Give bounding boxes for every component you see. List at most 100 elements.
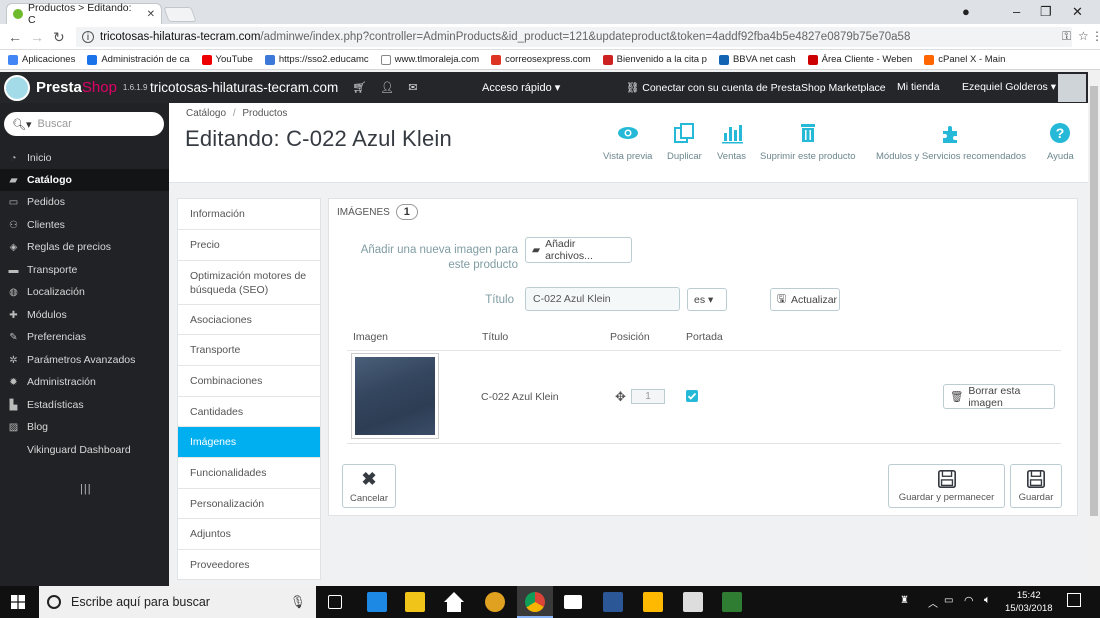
search-input[interactable]: 🔍︎▾ Buscar [4,112,164,136]
drag-move-icon[interactable]: ✥ [615,389,626,405]
sidebar-item-blog[interactable]: ▨ Blog [0,416,169,438]
back-arrow-icon[interactable]: ← [8,29,22,45]
browser-tab[interactable]: Productos > Editando: C ✕ [6,2,162,26]
breadcrumb-catalogo[interactable]: Catálogo [186,108,226,119]
bookmark-item[interactable]: cPanel X - Main [924,54,1005,65]
sidebar-item-transporte[interactable]: ▬ Transporte [0,259,169,281]
bookmark-item[interactable]: Bienvenido a la cita p [602,54,707,65]
battery-icon[interactable]: ▭ [944,595,953,606]
tab-adjuntos[interactable]: Adjuntos [178,519,320,550]
page-scrollbar[interactable] [1088,72,1100,586]
bookmark-item[interactable]: www.tlmoraleja.com [380,54,479,65]
sidebar-item-vikinguard[interactable]: Vikinguard Dashboard [0,439,169,461]
tab-combinaciones[interactable]: Combinaciones [178,366,320,397]
prestashop-logo[interactable]: PrestaShop 1.6.1.9 [0,74,148,101]
windows-start-icon[interactable] [11,595,25,609]
breadcrumb-productos[interactable]: Productos [242,108,287,119]
sidebar-item-preferencias[interactable]: ✎ Preferencias [0,326,169,348]
key-icon[interactable]: ⚿ [1062,29,1071,44]
new-tab-button[interactable] [163,7,197,22]
sidebar-item-administracion[interactable]: ✹ Administración [0,371,169,393]
tab-transporte[interactable]: Transporte [178,335,320,366]
calculator-icon[interactable] [683,592,703,612]
mail-icon[interactable] [564,595,582,609]
taskbar-search-input[interactable]: Escribe aquí para buscar 🎙︎ [39,586,316,618]
bookmark-item[interactable]: Área Cliente - Weben [807,54,912,65]
wifi-icon[interactable]: ◠ [964,594,974,607]
marketplace-link[interactable]: ⛓ Conectar con su cuenta de PrestaShop M… [626,81,886,94]
people-icon[interactable]: ♜ [900,595,909,606]
bookmark-apps[interactable]: Aplicaciones [8,54,75,65]
image-title-input[interactable]: C-022 Azul Klein [525,287,680,311]
sidebar-item-reglas-precios[interactable]: ◈ Reglas de precios [0,236,169,258]
sidebar-item-modulos[interactable]: ✚ Módulos [0,304,169,326]
sidebar-item-parametros[interactable]: ✲ Parámetros Avanzados [0,349,169,371]
update-button[interactable]: 🖫︎ Actualizar [770,288,840,311]
quick-access-menu[interactable]: Acceso rápido ▾ [482,81,560,94]
sidebar-collapse-icon[interactable]: ||| [80,483,92,495]
tab-cantidades[interactable]: Cantidades [178,397,320,427]
sidebar-item-inicio[interactable]: ◔ Inicio [0,147,169,169]
reload-icon[interactable]: ↻ [53,29,65,46]
recommended-modules-button[interactable]: Módulos y Servicios recomendados [876,121,1026,162]
word-icon[interactable] [603,592,623,612]
save-and-stay-button[interactable]: Guardar y permanecer [888,464,1005,508]
bookmark-item[interactable]: BBVA net cash [718,54,796,65]
bookmark-item[interactable]: Administración de ca [87,54,190,65]
bookmark-youtube[interactable]: YouTube [201,54,253,65]
notifications-icon[interactable] [1067,593,1081,607]
excel-icon[interactable] [722,592,742,612]
language-select[interactable]: es ▾ [687,288,727,311]
save-button[interactable]: Guardar [1010,464,1062,508]
maximize-icon[interactable]: ❐ [1040,4,1052,20]
position-input[interactable]: 1 [631,389,665,404]
menu-dots-icon[interactable]: ⋮ [1091,29,1100,43]
file-explorer-icon[interactable] [405,592,425,612]
tab-precio[interactable]: Precio [178,230,320,261]
tab-personalizacion[interactable]: Personalización [178,489,320,519]
preview-button[interactable]: Vista previa [603,121,652,162]
tab-imagenes[interactable]: Imágenes [178,427,320,458]
delete-product-button[interactable]: Suprimir este producto [760,121,856,162]
bookmark-item[interactable]: https://sso2.educamc [264,54,369,65]
home-icon[interactable] [444,592,464,612]
url-input[interactable]: i tricotosas-hilaturas-tecram.com/adminw… [76,27,1072,47]
avatar[interactable] [1058,74,1086,102]
tab-funcionalidades[interactable]: Funcionalidades [178,458,320,489]
volume-icon[interactable]: 🔈︎ [984,594,991,607]
app-icon[interactable] [485,592,505,612]
close-icon[interactable]: ✕ [147,9,155,20]
user-menu[interactable]: Ezequiel Golderos ▾ [962,81,1056,93]
sales-button[interactable]: Ventas [717,121,746,162]
sidebar-item-catalogo[interactable]: ▰ Catálogo [0,169,169,191]
minimize-icon[interactable]: – [1013,4,1020,19]
tray-chevron-icon[interactable]: ︿ [928,595,938,610]
sidebar-item-pedidos[interactable]: ▭ Pedidos [0,191,169,213]
cover-checkbox[interactable] [686,390,698,402]
shop-name[interactable]: tricotosas-hilaturas-tecram.com [150,80,338,95]
system-clock[interactable]: 15:42 15/03/2018 [1005,589,1053,615]
add-files-button[interactable]: ▰ Añadir archivos... [525,237,632,263]
bookmark-item[interactable]: correosexpress.com [491,54,591,65]
delete-image-button[interactable]: 🗑︎ Borrar esta imagen [943,384,1055,409]
calculator-app-icon[interactable] [643,592,663,612]
sidebar-item-clientes[interactable]: ⚇ Clientes [0,214,169,236]
cancel-button[interactable]: ✖ Cancelar [342,464,396,508]
user-icon[interactable]: 👤︎ [380,81,394,94]
tab-informacion[interactable]: Información [178,199,320,230]
edge-browser-icon[interactable] [367,592,387,612]
forward-arrow-icon[interactable]: → [30,29,44,45]
tab-asociaciones[interactable]: Asociaciones [178,305,320,335]
mail-icon[interactable]: ✉ [408,81,417,94]
help-button[interactable]: ? Ayuda [1047,121,1074,162]
star-icon[interactable]: ☆ [1078,29,1089,43]
duplicate-button[interactable]: Duplicar [667,121,702,162]
tab-seo[interactable]: Optimización motores de búsqueda (SEO) [178,261,320,305]
task-view-icon[interactable] [328,595,342,609]
sidebar-item-localizacion[interactable]: ◍ Localización [0,281,169,303]
my-shop-link[interactable]: Mi tienda [897,81,940,93]
profile-icon[interactable]: ● [962,4,970,19]
sidebar-item-estadisticas[interactable]: ▙ Estadísticas [0,394,169,416]
product-image-thumbnail[interactable] [351,353,439,439]
window-close-icon[interactable]: ✕ [1072,4,1083,20]
